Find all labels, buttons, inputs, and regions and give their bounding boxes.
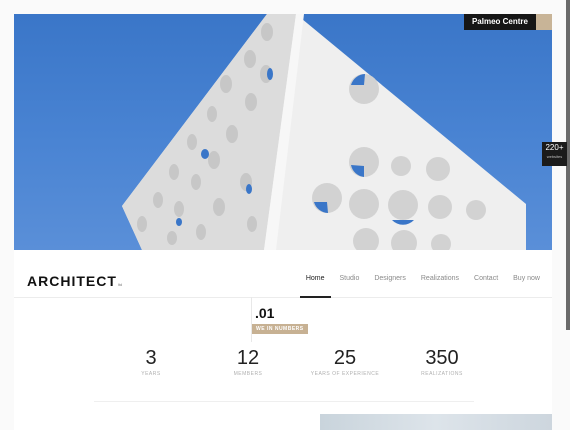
stats-row: 3 YEARS 12 MEMBERS 25 YEARS OF EXPERIENC…	[103, 345, 499, 401]
building-photo-icon	[122, 14, 526, 250]
stat-label: YEARS	[141, 371, 161, 377]
nav-item-realizations[interactable]: Realizations	[421, 275, 459, 282]
page-frame: Palmeo Centre ARCHITECTltd Home Studio D…	[14, 14, 552, 430]
stat-experience: 25 YEARS OF EXPERIENCE	[297, 345, 393, 377]
stat-members: 12 MEMBERS	[200, 345, 296, 377]
stats-divider	[94, 401, 474, 402]
nav-item-home[interactable]: Home	[299, 275, 331, 298]
hero-image: Palmeo Centre	[14, 14, 552, 250]
main-nav: Home Studio Designers Realizations Conta…	[299, 275, 540, 298]
stat-value: 3	[145, 347, 157, 369]
stat-value: 350	[425, 347, 459, 369]
websites-count-badge[interactable]: 220+ websites	[542, 142, 567, 166]
stat-value: 12	[236, 347, 260, 369]
nav-item-contact[interactable]: Contact	[474, 275, 498, 282]
stat-realizations: 350 REALIZATIONS	[394, 345, 490, 377]
logo-text: ARCHITECT	[27, 273, 117, 289]
badge-count: 220+	[545, 143, 564, 152]
project-thumbnail[interactable]	[320, 414, 552, 430]
hero-caption: Palmeo Centre	[463, 14, 552, 30]
stat-years: 3 YEARS	[103, 345, 199, 377]
section-badge: WE IN NUMBERS	[252, 324, 308, 334]
nav-item-buy-now[interactable]: Buy now	[513, 275, 540, 282]
stat-value: 25	[333, 347, 357, 369]
section-number: .01	[255, 305, 275, 321]
badge-text: websites	[546, 154, 563, 159]
nav-item-designers[interactable]: Designers	[374, 275, 406, 282]
section-divider	[251, 297, 252, 342]
stat-label: MEMBERS	[233, 371, 263, 377]
site-header: ARCHITECTltd Home Studio Designers Reali…	[14, 250, 552, 298]
stat-label: REALIZATIONS	[421, 371, 463, 377]
site-logo[interactable]: ARCHITECTltd	[27, 273, 122, 289]
nav-item-studio[interactable]: Studio	[340, 275, 360, 282]
logo-suffix: ltd	[117, 282, 123, 287]
stat-label: YEARS OF EXPERIENCE	[310, 371, 380, 377]
